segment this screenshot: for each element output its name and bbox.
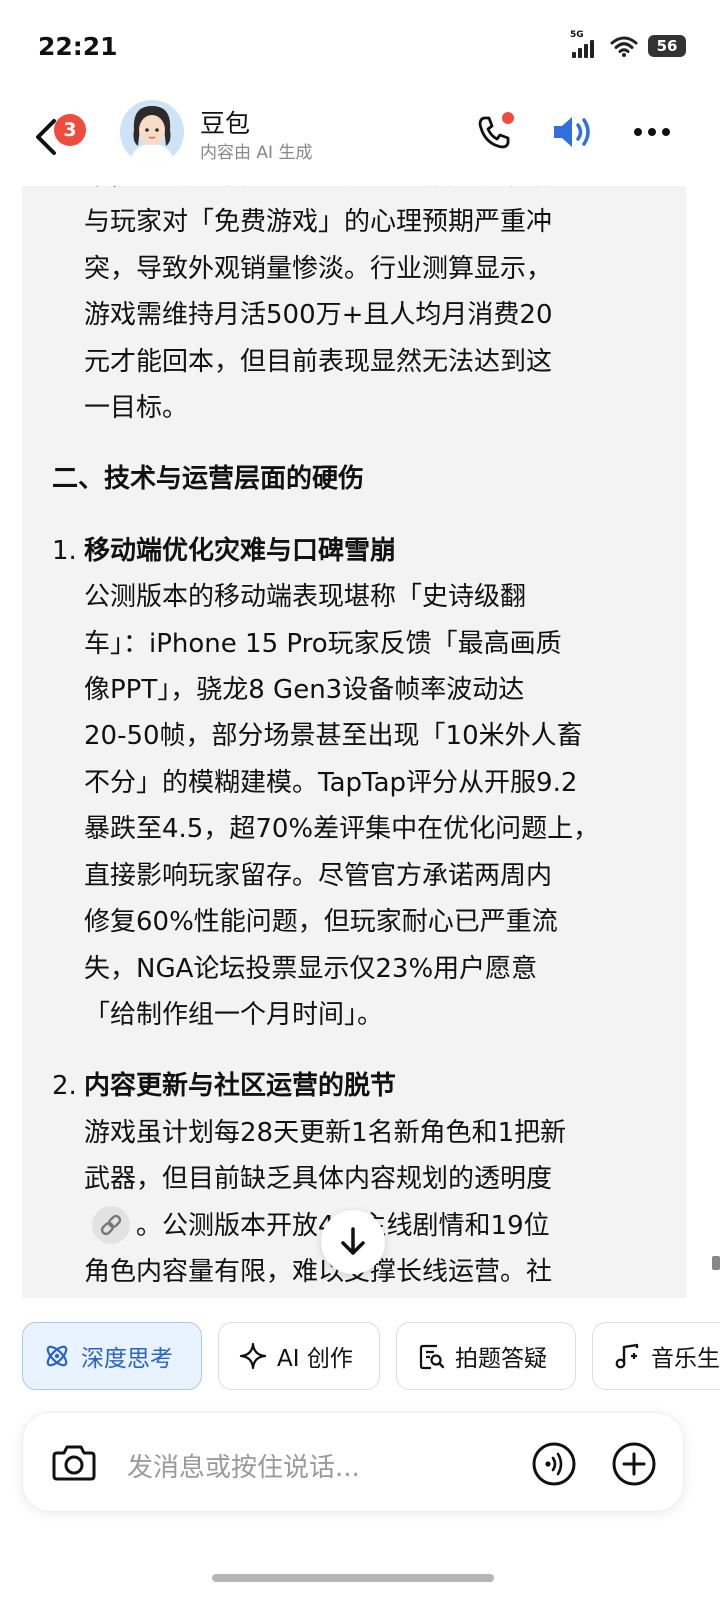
- bot-avatar[interactable]: [120, 100, 184, 164]
- text-line: 果，全套成本高达328元。这种定价策略: [84, 186, 672, 199]
- chip-label: 拍题答疑: [455, 1346, 547, 1372]
- chip-photo-solve[interactable]: 拍题答疑: [396, 1322, 576, 1390]
- ai-generated-note: 内容由 AI 生成: [200, 143, 313, 163]
- text-line: 不分」的模糊建模。TapTap评分从开服9.2: [84, 767, 578, 798]
- text-line: 暴跌至4.5，超70%差评集中在优化问题上，: [84, 814, 600, 845]
- plus-icon[interactable]: [611, 1441, 657, 1487]
- arrow-down-icon: [341, 1227, 365, 1255]
- chat-message-area[interactable]: 果，全套成本高达328元。这种定价策略 与玩家对「免费游戏」的心理预期严重冲 突…: [0, 186, 720, 1298]
- sparkle-icon: [239, 1342, 267, 1370]
- message-content: 果，全套成本高达328元。这种定价策略 与玩家对「免费游戏」的心理预期严重冲 突…: [52, 186, 672, 1295]
- text-line: 突，导致外观销量惨淡。行业测算显示，: [84, 253, 553, 284]
- network-type-label: 5G: [570, 30, 584, 40]
- text-line: 修复60%性能问题，但玩家耐心已严重流: [84, 907, 558, 938]
- text-line: 游戏需维持月活500万+且人均月消费20: [84, 300, 553, 331]
- speaker-icon[interactable]: [548, 110, 596, 154]
- unread-badge: 3: [54, 114, 86, 146]
- scrollbar-thumb[interactable]: [712, 1256, 720, 1270]
- voice-call-icon[interactable]: [531, 1441, 577, 1487]
- chip-label: AI 创作: [277, 1346, 353, 1372]
- text-line: 20-50帧，部分场景甚至出现「10米外人畜: [84, 721, 583, 752]
- text-line: 游戏虽计划每28天更新1名新角色和1把新: [84, 1117, 567, 1148]
- list-item-body: 公测版本的移动端表现堪称「史诗级翻 车」：iPhone 15 Pro玩家反馈「最…: [52, 574, 672, 1038]
- chip-music[interactable]: 音乐生成: [592, 1322, 720, 1390]
- list-item-title: 1. 移动端优化灾难与口碑雪崩: [52, 528, 672, 574]
- ai-message-bubble: 果，全套成本高达328元。这种定价策略 与玩家对「免费游戏」的心理预期严重冲 突…: [22, 186, 686, 1298]
- status-bar: 22:21 5G 56: [0, 0, 720, 96]
- list-title-text: 移动端优化灾难与口碑雪崩: [84, 535, 397, 566]
- text-line: 像PPT」，骁龙8 Gen3设备帧率波动达: [84, 675, 525, 706]
- chip-label: 音乐生成: [651, 1346, 720, 1372]
- home-indicator[interactable]: [212, 1574, 494, 1582]
- bot-name: 豆包: [200, 109, 251, 138]
- battery-indicator: 56: [648, 35, 686, 57]
- more-icon[interactable]: [630, 110, 674, 154]
- message-input-placeholder[interactable]: 发消息或按住说话...: [127, 1447, 360, 1484]
- chip-deep-think[interactable]: 深度思考: [22, 1322, 202, 1390]
- text-line: 「给制作组一个月时间」。: [84, 999, 384, 1030]
- message-paragraph: 果，全套成本高达328元。这种定价策略 与玩家对「免费游戏」的心理预期严重冲 突…: [52, 186, 672, 431]
- text-line: 元才能回本，但目前表现显然无法达到这: [84, 346, 553, 377]
- reference-link-icon[interactable]: [92, 1205, 130, 1244]
- atom-icon: [46, 1345, 68, 1367]
- search-doc-icon: [419, 1344, 445, 1370]
- chip-ai-create[interactable]: AI 创作: [218, 1322, 380, 1390]
- camera-icon[interactable]: [51, 1443, 97, 1483]
- phone-icon[interactable]: [472, 110, 516, 154]
- text-line: 一目标。: [84, 393, 189, 424]
- text-line: 武器，但目前缺乏具体内容规划的透明度: [84, 1164, 553, 1195]
- text-line: 失，NGA论坛投票显示仅23%用户愿意: [84, 953, 538, 984]
- section-heading: 二、技术与运营层面的硬伤: [52, 464, 365, 495]
- list-item-title: 2. 内容更新与社区运营的脱节: [52, 1063, 672, 1109]
- wifi-icon: [610, 36, 638, 57]
- chip-label: 深度思考: [81, 1346, 173, 1372]
- text-line: 与玩家对「免费游戏」的心理预期严重冲: [84, 207, 553, 238]
- text-line: 公测版本的移动端表现堪称「史诗级翻: [84, 582, 527, 613]
- scroll-to-bottom-button[interactable]: [321, 1210, 385, 1274]
- status-icons: 5G 56: [570, 30, 686, 58]
- quick-action-bar: 深度思考 AI 创作 拍题答疑 音乐生成: [22, 1322, 720, 1390]
- list-number: 2.: [52, 1071, 77, 1102]
- cellular-signal-icon: 5G: [570, 30, 600, 58]
- music-note-icon: [615, 1343, 639, 1369]
- text-line: 直接影响玩家留存。尽管官方承诺两周内: [84, 860, 553, 891]
- status-time: 22:21: [38, 32, 118, 61]
- chat-header: 3 豆包 内容由 AI 生成: [0, 96, 720, 186]
- text-line: 车」：iPhone 15 Pro玩家反馈「最高画质: [84, 628, 562, 659]
- list-title-text: 内容更新与社区运营的脱节: [84, 1071, 397, 1102]
- message-input-bar[interactable]: 发消息或按住说话...: [22, 1412, 684, 1512]
- list-number: 1.: [52, 535, 77, 566]
